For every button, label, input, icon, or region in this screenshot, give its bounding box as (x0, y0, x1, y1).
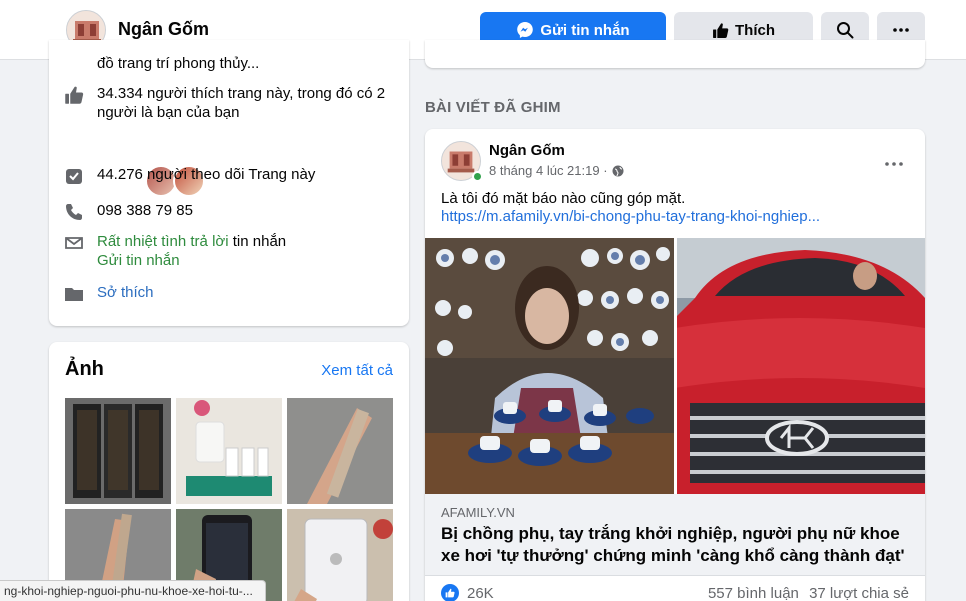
intro-card: đồ trang trí phong thủy... 34.334 người … (49, 40, 409, 326)
pinned-post: Ngân Gốm 8 tháng 4 lúc 21:19 · Là tôi đó… (425, 129, 925, 601)
post-link-url[interactable]: https://m.afamily.vn/bi-chong-phu-tay-tr… (441, 208, 820, 225)
phone-icon (63, 201, 85, 223)
send-message-label: Gửi tin nhắn (540, 21, 630, 39)
thumbs-up-icon (63, 84, 85, 106)
page-title[interactable]: Ngân Gốm (118, 19, 209, 40)
composer-card-bottom (425, 40, 925, 68)
folder-icon (63, 283, 85, 305)
response-text: Rất nhiệt tình trả lời tin nhắn Gửi tin n… (97, 232, 286, 270)
photos-card: Ảnh Xem tất cả (49, 342, 409, 601)
photo-thumbnail[interactable] (287, 398, 393, 504)
see-all-photos-link[interactable]: Xem tất cả (321, 362, 393, 379)
phone-row: 098 388 79 85 (63, 201, 193, 223)
globe-icon (612, 165, 624, 176)
likes-line-2: người là bạn của bạn (97, 104, 240, 121)
thumbs-up-icon (713, 22, 729, 38)
interests-row[interactable]: Sở thích (63, 283, 154, 305)
photo-thumbnail[interactable] (287, 509, 393, 601)
link-domain: AFAMILY.VN (441, 505, 515, 520)
link-preview[interactable]: AFAMILY.VN Bị chồng phụ, tay trắng khởi … (425, 494, 925, 576)
post-timestamp[interactable]: 8 tháng 4 lúc 21:19 · (489, 163, 608, 178)
followers-text: 44.276 người theo dõi Trang này (97, 166, 316, 183)
category-label: đồ trang trí phong thủy... (97, 55, 260, 72)
response-rest: tin nhắn (228, 233, 287, 250)
post-author-name[interactable]: Ngân Gốm (489, 142, 565, 159)
pinned-posts-heading: BÀI VIẾT ĐÃ GHIM (425, 99, 561, 116)
phone-number: 098 388 79 85 (97, 202, 193, 219)
reactions-summary[interactable]: 26K (441, 584, 494, 601)
send-message-link[interactable]: Gửi tin nhắn (97, 252, 180, 269)
photo-thumbnail[interactable] (176, 398, 282, 504)
messenger-icon (517, 22, 534, 38)
category-text: đồ trang trí phong thủy... (97, 54, 259, 73)
likes-line-1: 34.334 người thích trang này, trong đó c… (97, 85, 386, 102)
link-title[interactable]: Bị chồng phụ, tay trắng khởi nghiệp, ngư… (441, 523, 911, 567)
interests-link[interactable]: Sở thích (97, 283, 154, 305)
followers-icon (63, 165, 85, 187)
followers-row: 44.276 người theo dõi Trang này (63, 165, 315, 187)
comment-count[interactable]: 557 bình luận (708, 585, 799, 601)
photo-thumbnail[interactable] (65, 398, 171, 504)
like-label: Thích (735, 21, 775, 39)
response-row: Rất nhiệt tình trả lời tin nhắn Gửi tin n… (63, 232, 286, 270)
online-status-dot (472, 171, 483, 182)
likes-row: 34.334 người thích trang này, trong đó c… (63, 84, 385, 122)
post-meta: 8 tháng 4 lúc 21:19 · (489, 163, 624, 178)
post-text: Là tôi đó mặt báo nào cũng góp mặt. (441, 190, 686, 207)
link-preview-image[interactable] (425, 238, 925, 494)
engagement-counts: 557 bình luận 37 lượt chia sẻ (708, 585, 909, 601)
like-reaction-icon (441, 584, 459, 601)
likes-text: 34.334 người thích trang này, trong đó c… (97, 84, 385, 122)
response-highlight: Rất nhiệt tình trả lời (97, 233, 229, 250)
reaction-count: 26K (467, 584, 494, 601)
post-options-button[interactable] (885, 149, 903, 172)
share-count[interactable]: 37 lượt chia sẻ (809, 585, 909, 601)
more-icon (893, 28, 909, 32)
browser-status-url: ng-khoi-nghiep-nguoi-phu-nu-khoe-xe-hoi-… (0, 580, 266, 601)
more-icon (885, 162, 903, 166)
photos-title: Ảnh (65, 358, 104, 380)
message-icon (63, 232, 85, 254)
search-icon (837, 22, 854, 39)
